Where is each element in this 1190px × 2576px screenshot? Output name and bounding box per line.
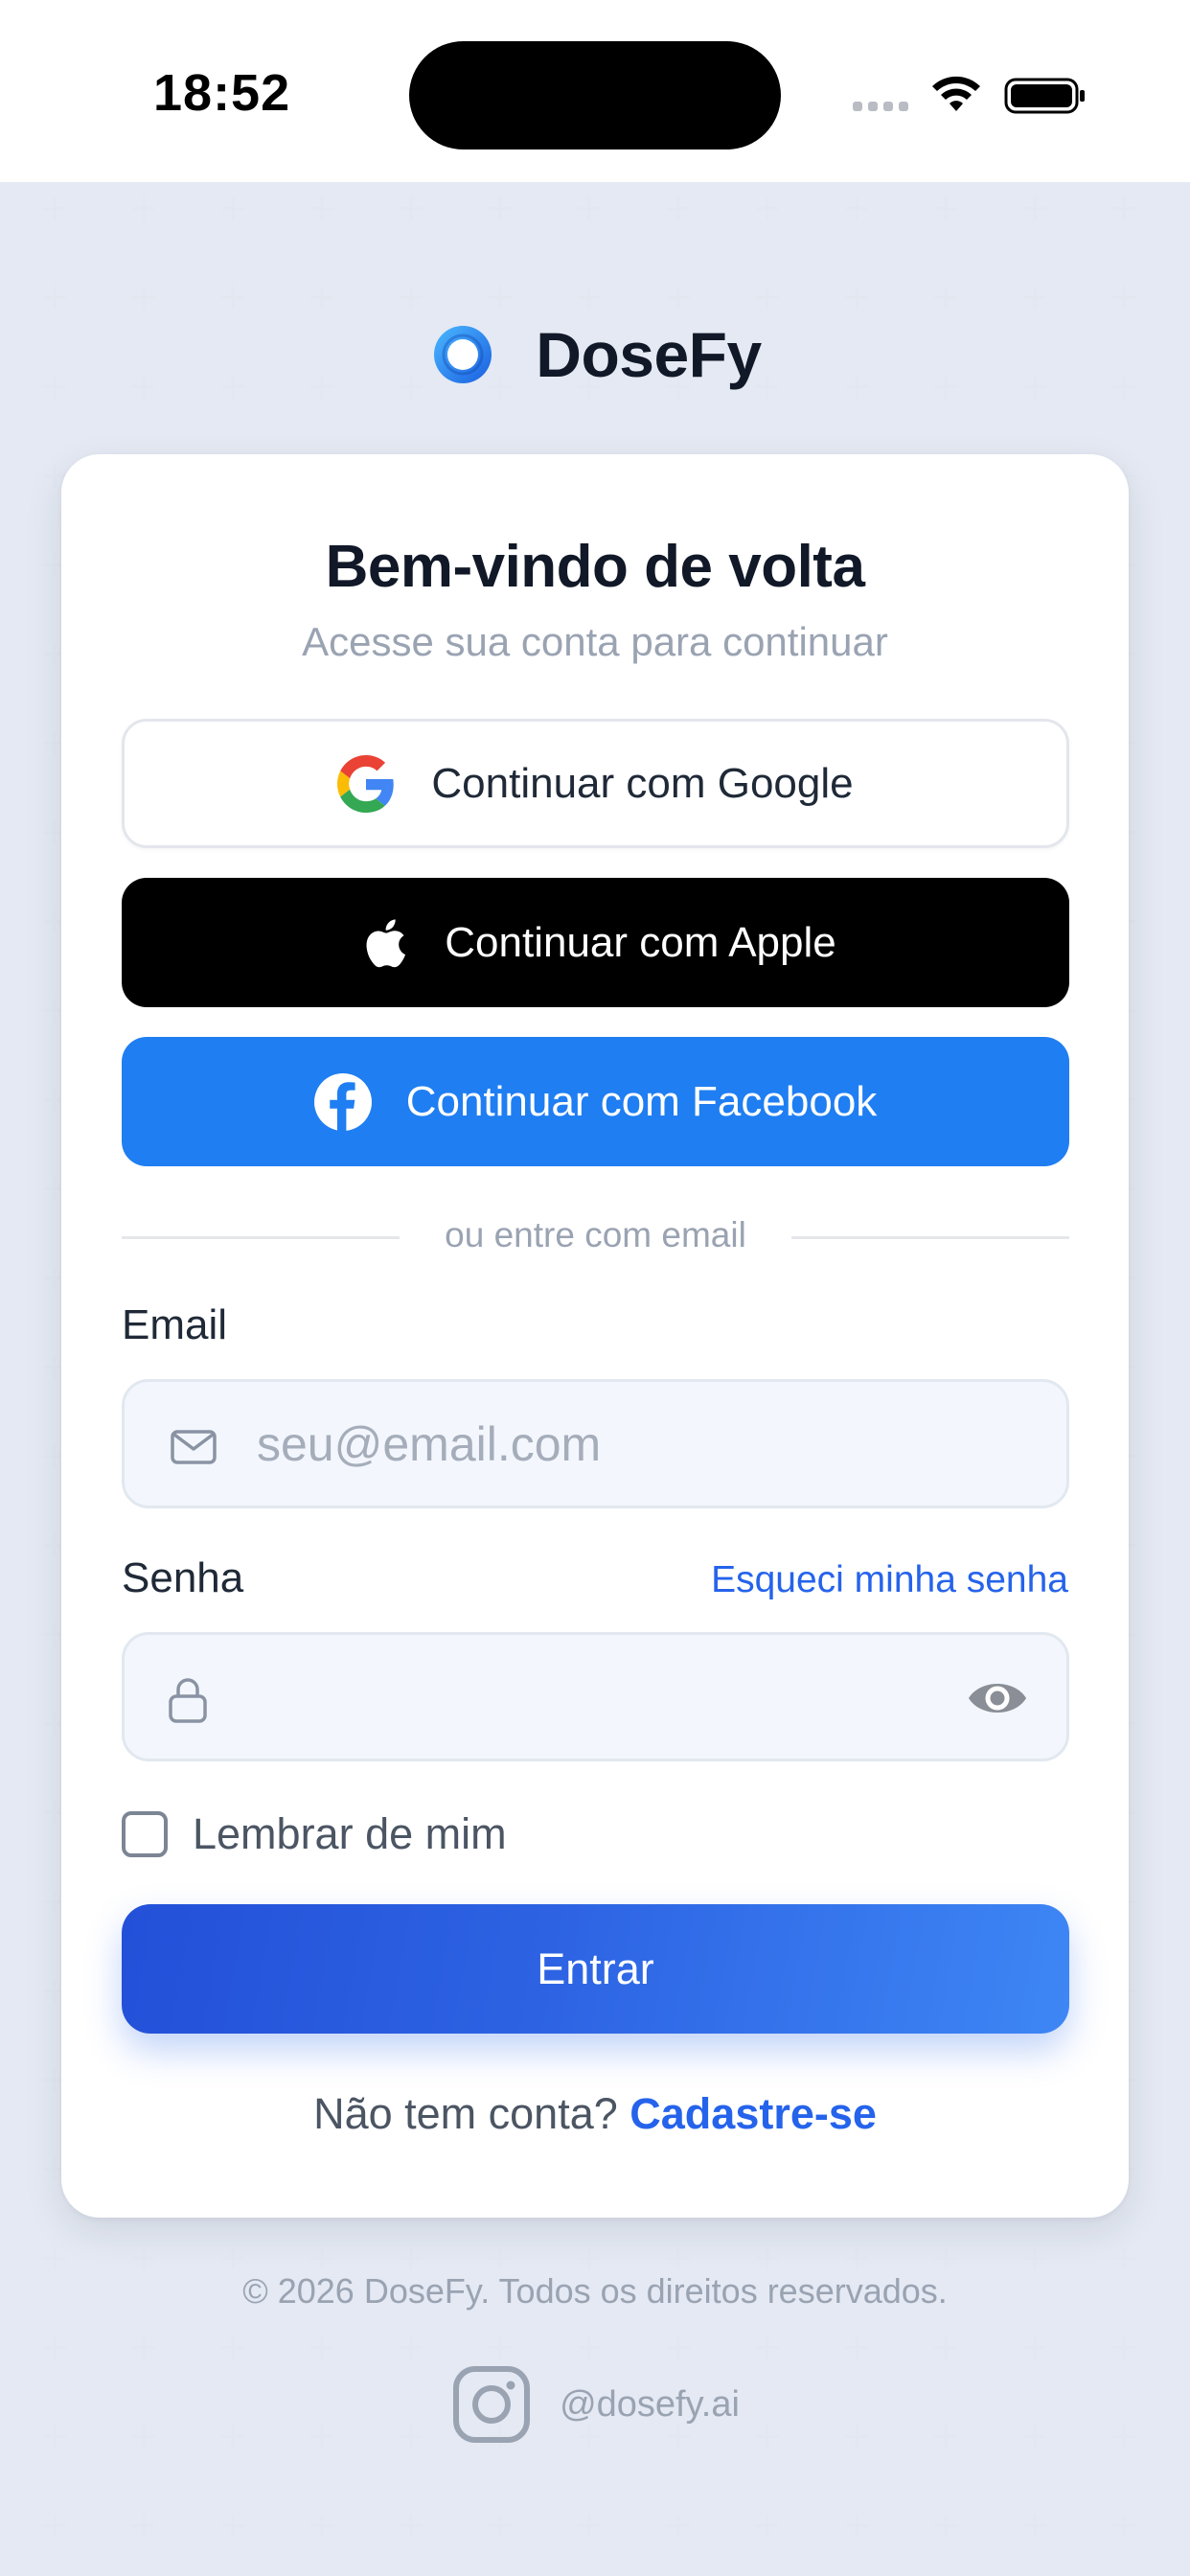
email-placeholder: seu@email.com	[257, 1417, 602, 1471]
divider-line-right	[791, 1236, 1069, 1239]
page-title: Bem-vindo de volta	[325, 534, 865, 600]
email-divider: ou entre com email	[122, 1215, 1069, 1263]
apple-login-label: Continuar com Apple	[445, 918, 836, 966]
google-login-label: Continuar com Google	[431, 759, 854, 807]
password-field[interactable]	[122, 1632, 1069, 1761]
apple-icon	[355, 914, 412, 972]
remember-me-label: Lembrar de mim	[193, 1809, 507, 1858]
wifi-icon	[932, 76, 980, 111]
copyright-text: © 2026 DoseFy. Todos os direitos reserva…	[242, 2271, 948, 2311]
cellular-signal-icon	[853, 102, 908, 111]
divider-text: ou entre com email	[445, 1215, 746, 1254]
login-submit-label: Entrar	[537, 1944, 654, 1993]
facebook-icon	[313, 1072, 372, 1131]
status-time: 18:52	[153, 64, 291, 122]
facebook-login-button[interactable]: Continuar com Facebook	[122, 1037, 1069, 1166]
signup-link[interactable]: Cadastre-se	[629, 2089, 877, 2138]
forgot-password-link[interactable]: Esqueci minha senha	[711, 1559, 1068, 1601]
password-label: Senha	[122, 1554, 244, 1601]
status-bar: 18:52	[0, 0, 1190, 182]
apple-login-button[interactable]: Continuar com Apple	[122, 878, 1069, 1007]
google-icon	[337, 754, 395, 813]
login-submit-button[interactable]: Entrar	[122, 1904, 1069, 2034]
eye-icon[interactable]	[967, 1671, 1028, 1725]
remember-me-option[interactable]: Lembrar de mim	[122, 1808, 507, 1860]
dosefy-logo-icon	[434, 326, 492, 383]
remember-me-checkbox[interactable]	[122, 1811, 168, 1857]
page-subtitle: Acesse sua conta para continuar	[302, 619, 888, 664]
dynamic-island	[409, 41, 781, 150]
instagram-icon[interactable]	[450, 2363, 533, 2446]
mail-icon	[171, 1430, 217, 1464]
instagram-handle[interactable]: @dosefy.ai	[560, 2384, 740, 2426]
social-links: @dosefy.ai	[0, 2363, 1190, 2446]
signup-prompt-line: Não tem conta? Cadastre-se	[0, 2089, 1190, 2139]
email-label: Email	[122, 1301, 228, 1348]
signup-prompt: Não tem conta?	[313, 2089, 618, 2138]
brand-header: DoseFy	[0, 316, 1190, 393]
brand-name: DoseFy	[536, 319, 762, 390]
email-field[interactable]: seu@email.com	[122, 1379, 1069, 1508]
lock-icon	[169, 1678, 207, 1723]
facebook-login-label: Continuar com Facebook	[405, 1077, 878, 1125]
google-login-button[interactable]: Continuar com Google	[122, 719, 1069, 848]
battery-icon	[1004, 78, 1085, 114]
